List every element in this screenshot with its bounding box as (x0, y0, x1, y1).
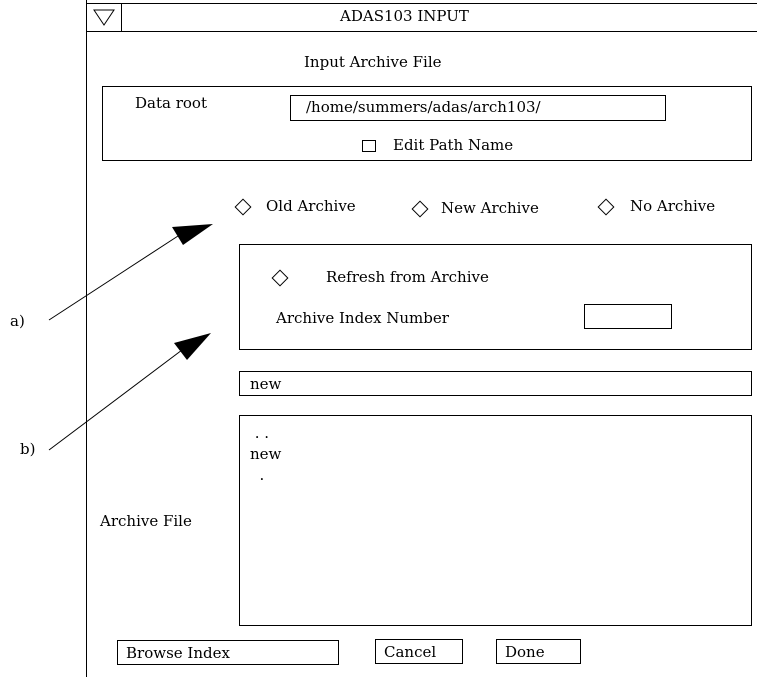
arrow-b-head (174, 333, 211, 360)
edit-path-label: Edit Path Name (393, 136, 514, 154)
annotation-b-label: b) (20, 440, 36, 458)
archive-file-label: Archive File (100, 512, 192, 530)
diamond-radio-icon (597, 198, 615, 216)
radio-no-archive[interactable]: No Archive (594, 195, 744, 219)
annotation-a-label: a) (10, 312, 25, 330)
cancel-button[interactable]: Cancel (375, 639, 463, 664)
diamond-radio-icon (271, 269, 289, 287)
list-item[interactable]: . (250, 468, 265, 483)
list-item[interactable]: new (250, 447, 281, 462)
archive-filename-input[interactable] (239, 371, 752, 396)
refresh-label: Refresh from Archive (326, 268, 489, 286)
list-item[interactable]: . . (250, 426, 269, 441)
archive-index-label: Archive Index Number (276, 309, 449, 327)
triangle-down-icon (93, 9, 115, 26)
window-title: ADAS103 INPUT (340, 7, 469, 25)
diamond-radio-icon (234, 198, 252, 216)
refresh-panel (239, 244, 752, 350)
archive-filename-value: new (250, 375, 282, 393)
arrow-b-line (48, 349, 183, 451)
radio-refresh-from-archive[interactable]: Refresh from Archive (268, 266, 528, 290)
window-left-border (86, 0, 87, 677)
edit-path-checkbox[interactable] (362, 140, 376, 152)
radio-old-archive[interactable]: Old Archive (232, 195, 382, 219)
radio-new-archive[interactable]: New Archive (408, 197, 568, 221)
window-menu-button[interactable] (86, 3, 122, 32)
data-root-label: Data root (135, 94, 207, 112)
diamond-radio-icon (411, 200, 429, 218)
archive-index-input[interactable] (584, 304, 672, 329)
radio-old-archive-label: Old Archive (266, 197, 356, 215)
data-root-value: /home/summers/adas/arch103/ (306, 98, 541, 116)
done-button[interactable]: Done (496, 639, 581, 664)
radio-no-archive-label: No Archive (630, 197, 716, 215)
radio-new-archive-label: New Archive (441, 199, 539, 217)
arrow-a-head (172, 224, 213, 245)
section-title: Input Archive File (304, 53, 442, 71)
arrow-a-line (48, 235, 179, 321)
browse-index-button[interactable]: Browse Index (117, 640, 339, 665)
archive-file-list[interactable]: . . new . (239, 415, 752, 626)
